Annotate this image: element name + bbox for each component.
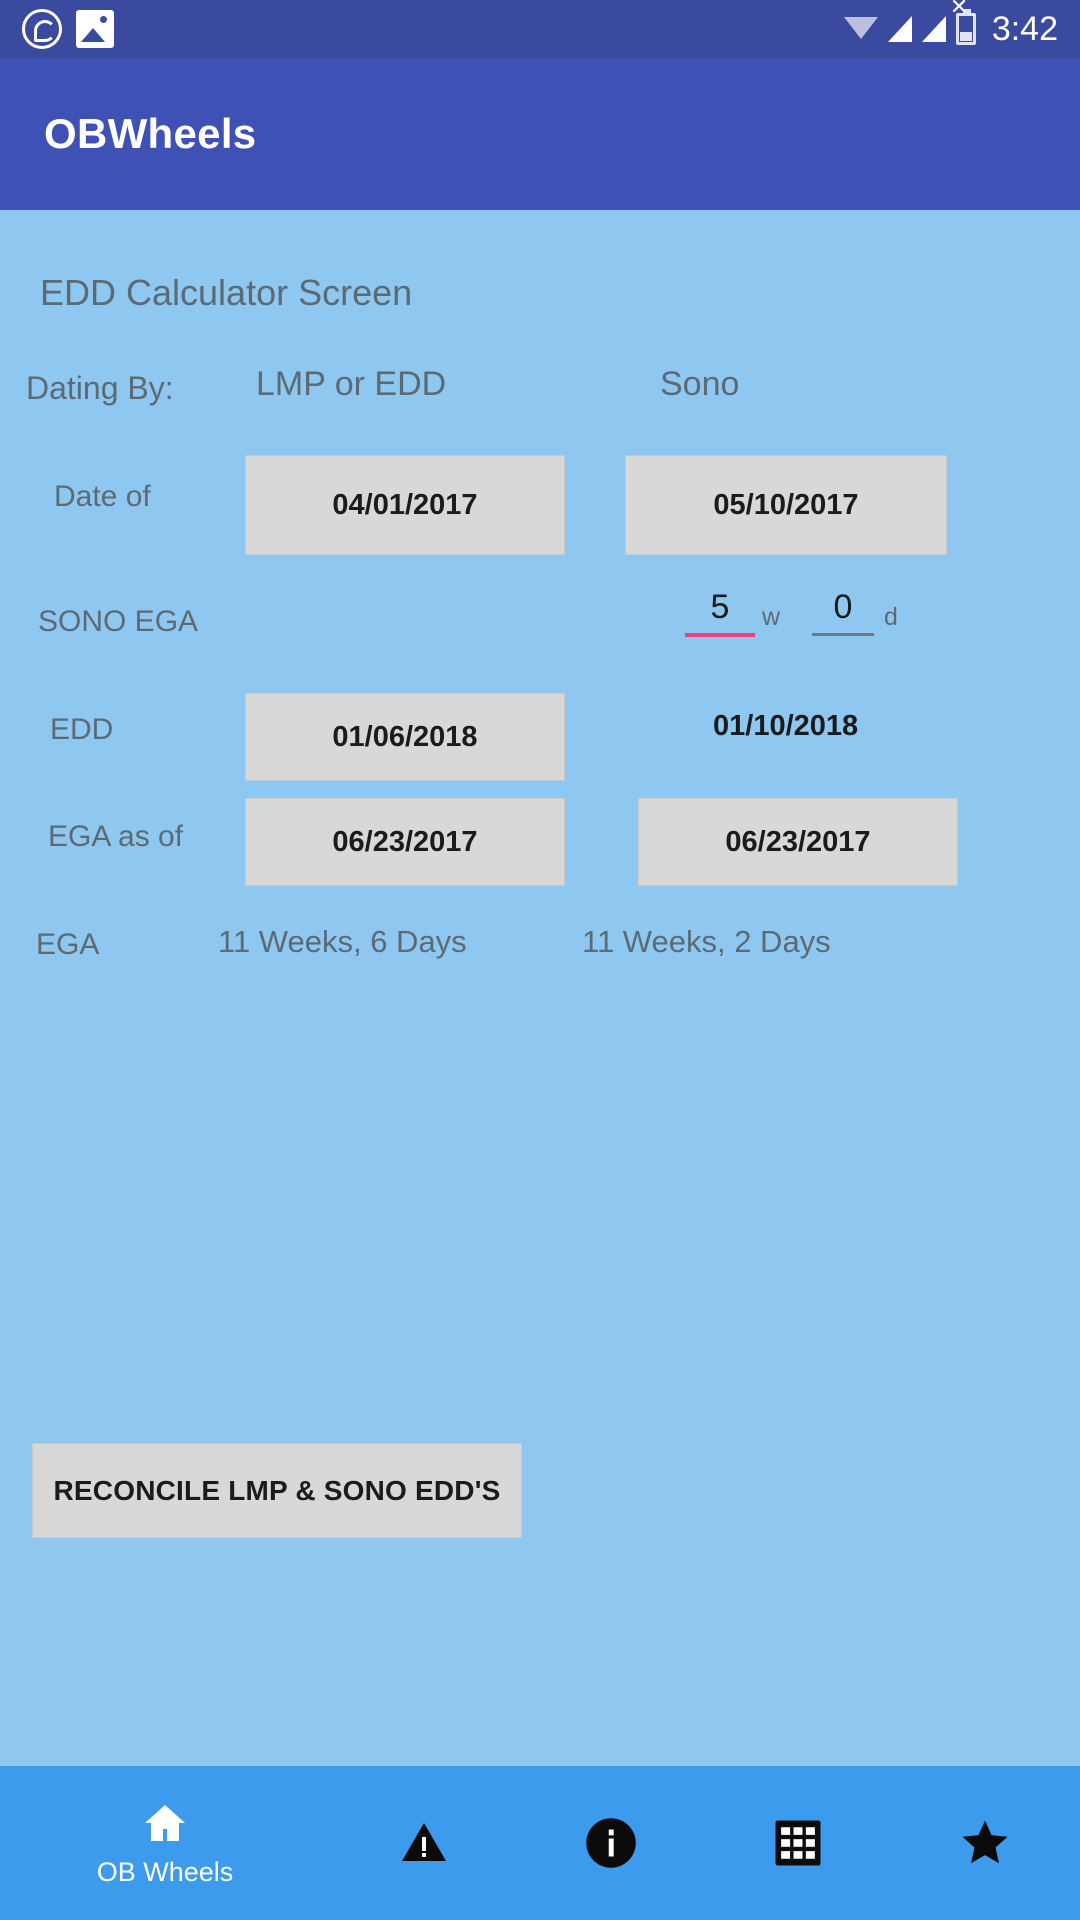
dating-by-label: Dating By: [26,370,174,406]
wifi-icon [843,15,878,43]
gallery-icon [76,10,114,48]
info-circle-icon [584,1816,638,1870]
date-of-sono-field[interactable]: 05/10/2017 [625,455,947,555]
column-header-sono: Sono [660,365,740,403]
battery-icon [955,9,976,45]
nav-item-ob-wheels[interactable]: OB Wheels [0,1766,330,1920]
sono-ega-days-unit: d [884,603,898,631]
signal-icon-roaming: R [887,3,914,42]
edd-sono-value: 01/10/2018 [713,710,859,742]
status-clock: 3:42 [991,9,1058,48]
app-title: OBWheels [44,110,257,157]
sono-ega-days-input[interactable]: 0 [812,588,874,636]
nav-item-warning[interactable] [330,1766,517,1920]
ega-as-of-lmp-field[interactable]: 06/23/2017 [245,798,565,886]
star-icon [956,1816,1014,1870]
row-label-ega: EGA [36,928,100,961]
nav-item-calculator[interactable] [704,1766,891,1920]
app-screen: R ✕ 3:42 OBWheels EDD Calculator Screen … [0,0,1080,1920]
warning-triangle-icon [397,1819,451,1867]
nav-item-info[interactable] [517,1766,704,1920]
nav-item-favorites[interactable] [891,1766,1078,1920]
app-bar: OBWheels [0,58,1080,210]
ega-as-of-sono-field[interactable]: 06/23/2017 [638,798,958,886]
date-of-lmp-field[interactable]: 04/01/2017 [245,455,565,555]
status-bar-notifications [22,9,114,49]
column-header-lmp: LMP or EDD [256,365,447,403]
row-label-edd: EDD [50,713,114,746]
reconcile-button[interactable]: RECONCILE LMP & SONO EDD'S [32,1443,522,1538]
sono-ega-weeks-input[interactable]: 5 [685,588,755,637]
whatsapp-icon [22,9,62,49]
row-label-date-of: Date of [54,480,151,513]
edd-lmp-field[interactable]: 01/06/2018 [245,693,565,781]
calculator-icon [771,1816,825,1870]
sono-ega-weeks-unit: w [762,603,781,631]
main-content: EDD Calculator Screen Dating By: LMP or … [0,210,1080,1666]
signal-icon-no-service: ✕ [921,0,968,42]
ega-sono-value: 11 Weeks, 2 Days [582,924,831,959]
page-title: EDD Calculator Screen [40,272,413,313]
home-icon [137,1799,193,1847]
status-bar: R ✕ 3:42 [0,0,1080,58]
row-label-ega-as-of: EGA as of [48,820,184,853]
bottom-navigation: OB Wheels [0,1766,1080,1920]
status-bar-system: R ✕ 3:42 [843,0,1058,58]
ega-lmp-value: 11 Weeks, 6 Days [218,924,467,959]
nav-label-ob-wheels: OB Wheels [96,1856,234,1887]
row-label-sono-ega: SONO EGA [38,605,199,638]
